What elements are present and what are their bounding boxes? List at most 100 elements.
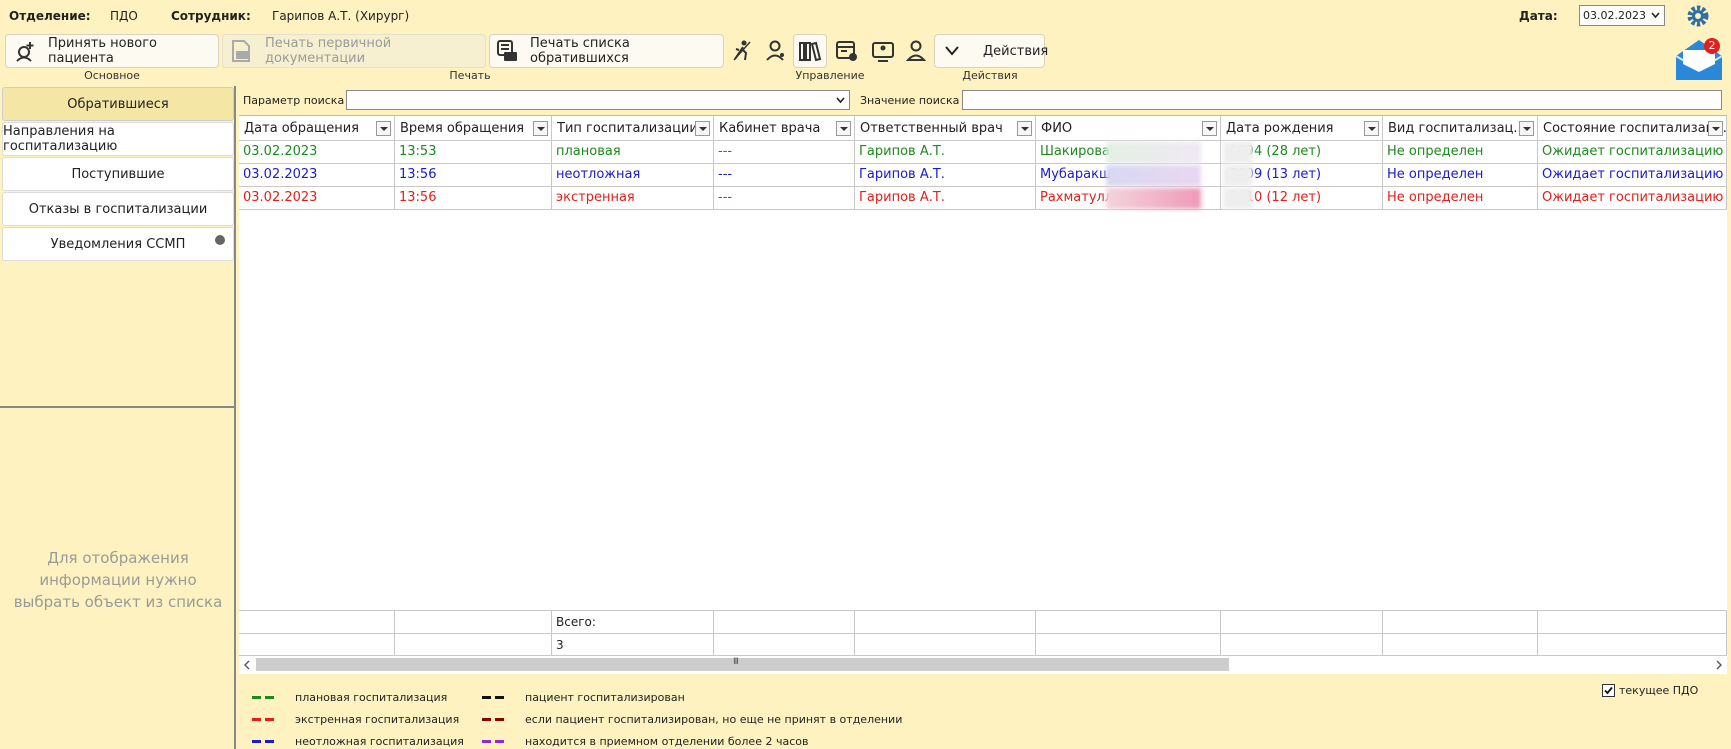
table-cell[interactable]: Не определен: [1383, 164, 1538, 187]
user-search-icon: [905, 40, 927, 61]
column-header-label: Время обращения: [400, 121, 525, 136]
table-cell[interactable]: Ожидает госпитализацию: [1538, 141, 1727, 164]
nav-item-admitted[interactable]: Поступившие: [2, 157, 234, 191]
table-cell[interactable]: Гарипов А.Т.: [855, 141, 1036, 164]
footer-cell: [1538, 611, 1727, 634]
redacted-date-mask: [1223, 188, 1253, 209]
nav-item-refusals[interactable]: Отказы в госпитализации: [2, 192, 234, 226]
patients-table: Дата обращения Время обращения Тип госпи…: [239, 115, 1727, 674]
new-patient-button[interactable]: Принять нового пациента: [5, 34, 219, 68]
nav-item-applied[interactable]: Обратившиеся: [2, 87, 234, 121]
table-cell[interactable]: 13:53: [395, 141, 552, 164]
table-cell[interactable]: ---: [714, 164, 855, 187]
print-primary-label: Печать первичной документации: [265, 36, 392, 66]
search-value-label: Значение поиска: [860, 94, 960, 107]
table-cell[interactable]: Гарипов А.Т.: [855, 187, 1036, 210]
table-cell[interactable]: 03.02.2023: [239, 164, 395, 187]
redacted-date-mask: [1223, 165, 1253, 186]
search-param-select[interactable]: [346, 90, 850, 110]
table-cell[interactable]: плановая: [552, 141, 714, 164]
table-cell[interactable]: 03.02.2023: [239, 187, 395, 210]
column-header-doctor[interactable]: Ответственный врач: [855, 116, 1036, 141]
filter-dropdown-icon[interactable]: [695, 121, 710, 136]
actions-dropdown-button[interactable]: Действия: [934, 34, 1048, 68]
mail-icon[interactable]: 2: [1673, 36, 1725, 82]
filter-dropdown-icon[interactable]: [1364, 121, 1379, 136]
table-cell[interactable]: неотложная: [552, 164, 714, 187]
footer-cell: [239, 611, 395, 634]
table-cell[interactable]: 03.02.2023: [239, 141, 395, 164]
table-cell[interactable]: Не определен: [1383, 141, 1538, 164]
current-pdo-checkbox[interactable]: [1602, 684, 1615, 697]
table-body: 03.02.2023 13:53 плановая --- Гарипов А.Т. Ша…: [239, 141, 1727, 210]
table-cell[interactable]: экстренная: [552, 187, 714, 210]
nav-item-label: Направления на госпитализацию: [3, 124, 118, 154]
filter-dropdown-icon[interactable]: [1708, 121, 1723, 136]
column-header-state[interactable]: Состояние госпитализац...: [1538, 116, 1727, 141]
table-cell[interactable]: Гарипов А.Т.: [855, 164, 1036, 187]
column-header-type[interactable]: Тип госпитализации: [552, 116, 714, 141]
scrollbar-thumb[interactable]: III: [256, 657, 1229, 671]
table-cell[interactable]: 13:56: [395, 187, 552, 210]
redacted-name-mask: [1106, 142, 1201, 163]
print-list-label: Печать списка обратившихся: [530, 36, 630, 66]
nav-item-notifications[interactable]: Уведомления ССМП: [2, 227, 234, 261]
footer-total-value: 3: [552, 634, 714, 657]
print-primary-button[interactable]: Печать первичной документации: [222, 34, 486, 68]
footer-cell: [395, 634, 552, 657]
redacted-name-mask: [1106, 165, 1201, 186]
chevron-right-icon[interactable]: [1715, 660, 1723, 670]
table-cell[interactable]: Ожидает госпитализацию: [1538, 187, 1727, 210]
left-panel-divider: [0, 406, 236, 408]
manage-schedule-button[interactable]: [830, 34, 864, 68]
footer-cell: [855, 634, 1036, 657]
nav-item-referrals[interactable]: Направления на госпитализацию: [2, 122, 234, 156]
filter-dropdown-icon[interactable]: [376, 121, 391, 136]
group-manage-label: Управление: [795, 69, 865, 82]
column-header-cabinet[interactable]: Кабинет врача: [714, 116, 855, 141]
column-header-name[interactable]: ФИО: [1036, 116, 1221, 141]
filter-dropdown-icon[interactable]: [533, 121, 548, 136]
legend-label: если пациент госпитализирован, но еще не…: [525, 713, 903, 726]
filter-dropdown-icon[interactable]: [836, 121, 851, 136]
print-list-button[interactable]: Печать списка обратившихся: [489, 34, 724, 68]
employee-label: Сотрудник:: [171, 9, 251, 23]
legend-label: находится в приемном отделении более 2 ч…: [525, 735, 809, 748]
footer-cell: [1383, 634, 1538, 657]
horizontal-scrollbar[interactable]: III: [239, 655, 1727, 673]
redacted-name-mask: [1106, 188, 1201, 209]
date-select[interactable]: 03.02.2023: [1579, 5, 1665, 26]
footer-cell: [855, 611, 1036, 634]
column-header-birthdate[interactable]: Дата рождения: [1221, 116, 1383, 141]
books-icon: [799, 41, 822, 62]
chevron-left-icon[interactable]: [243, 660, 251, 670]
table-cell[interactable]: Не определен: [1383, 187, 1538, 210]
column-header-label: Вид госпитализац...: [1388, 121, 1526, 136]
legend-swatch: [252, 696, 274, 699]
table-cell[interactable]: ---: [714, 187, 855, 210]
add-user-icon: [16, 42, 34, 62]
gear-icon[interactable]: [1686, 4, 1710, 28]
manage-transfer-button[interactable]: [725, 34, 759, 68]
scrollbar-grip: III: [733, 657, 739, 667]
table-cell[interactable]: ---: [714, 141, 855, 164]
printer-list-icon: [497, 40, 517, 61]
column-header-time[interactable]: Время обращения: [395, 116, 552, 141]
manage-library-button[interactable]: [793, 34, 827, 68]
manage-doctor-button[interactable]: [759, 34, 793, 68]
search-value-input[interactable]: [962, 90, 1722, 110]
column-header-kind[interactable]: Вид госпитализац...: [1383, 116, 1538, 141]
calendar-settings-icon: [836, 41, 857, 61]
column-header-date[interactable]: Дата обращения: [239, 116, 395, 141]
filter-dropdown-icon[interactable]: [1202, 121, 1217, 136]
nav-item-label: Обратившиеся: [67, 96, 169, 112]
table-cell[interactable]: 13:56: [395, 164, 552, 187]
notification-badge: 2: [1704, 38, 1720, 54]
filter-dropdown-icon[interactable]: [1017, 121, 1032, 136]
manage-staff-button[interactable]: [866, 34, 900, 68]
staff-board-icon: [872, 42, 894, 62]
search-param-label: Параметр поиска: [243, 94, 345, 107]
manage-patient-search-button[interactable]: [900, 34, 934, 68]
table-cell[interactable]: Ожидает госпитализацию: [1538, 164, 1727, 187]
filter-dropdown-icon[interactable]: [1519, 121, 1534, 136]
